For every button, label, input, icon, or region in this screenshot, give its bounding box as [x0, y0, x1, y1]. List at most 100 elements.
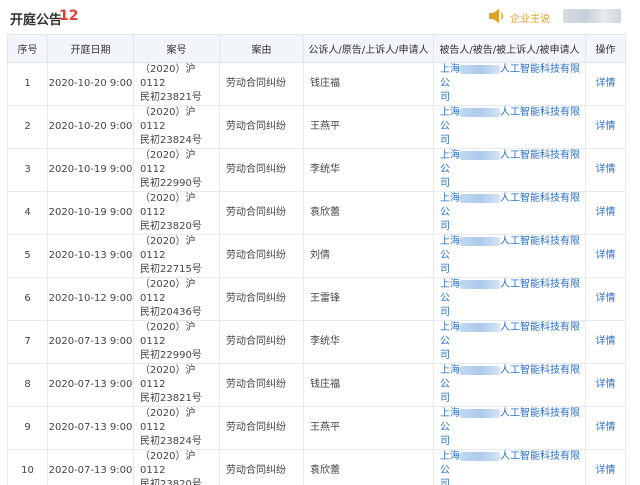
defendant-link[interactable]: 上海 人工智能科技有限公司	[433, 363, 586, 407]
details-link[interactable]: 详情	[585, 277, 626, 321]
case-number: （2020）沪0112 民初20436号	[133, 277, 220, 321]
table-row: 10 2020-07-13 9:00 （2020）沪0112 民初23820号 劳动合同…	[7, 449, 626, 485]
speaker-icon	[489, 9, 504, 23]
details-link[interactable]: 详情	[585, 320, 626, 364]
defendant-link[interactable]: 上海 人工智能科技有限公司	[433, 148, 586, 192]
case-number-line2: 民初23824号	[140, 436, 202, 447]
details-link[interactable]: 详情	[585, 234, 626, 278]
row-number: 3	[7, 148, 48, 192]
table-row: 2 2020-10-20 9:00 （2020）沪0112 民初23824号 劳动合同纠…	[7, 105, 626, 149]
defendant-link[interactable]: 上海 人工智能科技有限公司	[433, 277, 586, 321]
plaintiff: 袁欣蕾	[303, 191, 434, 235]
hearing-date: 2020-07-13 9:00	[47, 406, 134, 450]
defendant-prefix: 上海	[440, 408, 460, 419]
case-number-line1: （2020）沪0112	[140, 193, 196, 218]
details-link[interactable]: 详情	[585, 449, 626, 485]
defendant-prefix: 上海	[440, 322, 460, 333]
announcement-count: 12	[59, 8, 79, 24]
redacted-name	[460, 236, 500, 246]
column-header: 开庭日期	[47, 34, 134, 63]
table-row: 5 2020-10-13 9:00 （2020）沪0112 民初22715号 劳动合同纠…	[7, 234, 626, 278]
plaintiff: 王雷锋	[303, 277, 434, 321]
case-cause: 劳动合同纠纷	[219, 320, 304, 364]
case-number: （2020）沪0112 民初22990号	[133, 148, 220, 192]
column-header: 公诉人/原告/上诉人/申请人	[303, 34, 434, 63]
defendant-suffix: 司	[440, 264, 450, 275]
case-cause: 劳动合同纠纷	[219, 277, 304, 321]
defendant-prefix: 上海	[440, 279, 460, 290]
row-number: 7	[7, 320, 48, 364]
table-header-row: 序号 开庭日期 案号 案由 公诉人/原告/上诉人/申请人 被告人/被告/被上诉人…	[7, 34, 626, 63]
defendant-link[interactable]: 上海 人工智能科技有限公司	[433, 62, 586, 106]
case-number-line1: （2020）沪0112	[140, 236, 196, 261]
plaintiff: 刘倩	[303, 234, 434, 278]
defendant-prefix: 上海	[440, 365, 460, 376]
case-cause: 劳动合同纠纷	[219, 105, 304, 149]
defendant-link[interactable]: 上海 人工智能科技有限公司	[433, 406, 586, 450]
column-header: 序号	[7, 34, 48, 63]
case-cause: 劳动合同纠纷	[219, 406, 304, 450]
case-number-line1: （2020）沪0112	[140, 150, 196, 175]
case-number-line1: （2020）沪0112	[140, 279, 196, 304]
defendant-suffix: 司	[440, 135, 450, 146]
redacted-name	[460, 451, 500, 461]
case-number-line2: 民初22715号	[140, 264, 202, 275]
details-link[interactable]: 详情	[585, 148, 626, 192]
table-row: 7 2020-07-13 9:00 （2020）沪0112 民初22990号 劳动合同纠…	[7, 320, 626, 364]
row-number: 10	[7, 449, 48, 485]
defendant-suffix: 司	[440, 393, 450, 404]
case-number: （2020）沪0112 民初22715号	[133, 234, 220, 278]
table-row: 8 2020-07-13 9:00 （2020）沪0112 民初23821号 劳动合同纠…	[7, 363, 626, 407]
plaintiff: 李统华	[303, 320, 434, 364]
defendant-link[interactable]: 上海 人工智能科技有限公司	[433, 449, 586, 485]
defendant-prefix: 上海	[440, 193, 460, 204]
plaintiff: 钱庄福	[303, 363, 434, 407]
case-number-line1: （2020）沪0112	[140, 322, 196, 347]
details-link[interactable]: 详情	[585, 191, 626, 235]
column-header: 操作	[585, 34, 626, 63]
row-number: 2	[7, 105, 48, 149]
redacted-user	[563, 9, 621, 23]
details-link[interactable]: 详情	[585, 363, 626, 407]
table-row: 9 2020-07-13 9:00 （2020）沪0112 民初23824号 劳动合同纠…	[7, 406, 626, 450]
details-link[interactable]: 详情	[585, 105, 626, 149]
hearing-date: 2020-10-13 9:00	[47, 234, 134, 278]
case-cause: 劳动合同纠纷	[219, 191, 304, 235]
defendant-suffix: 司	[440, 92, 450, 103]
defendant-suffix: 司	[440, 307, 450, 318]
details-link[interactable]: 详情	[585, 62, 626, 106]
defendant-link[interactable]: 上海 人工智能科技有限公司	[433, 320, 586, 364]
table-row: 3 2020-10-19 9:00 （2020）沪0112 民初22990号 劳动合同纠…	[7, 148, 626, 192]
table-row: 6 2020-10-12 9:00 （2020）沪0112 民初20436号 劳动合同纠…	[7, 277, 626, 321]
case-number: （2020）沪0112 民初23824号	[133, 406, 220, 450]
redacted-name	[460, 193, 500, 203]
case-number-line2: 民初23821号	[140, 92, 202, 103]
case-number: （2020）沪0112 民初22990号	[133, 320, 220, 364]
defendant-suffix: 司	[440, 350, 450, 361]
case-cause: 劳动合同纠纷	[219, 234, 304, 278]
column-header: 被告人/被告/被上诉人/被申请人	[433, 34, 586, 63]
case-number-line2: 民初22990号	[140, 350, 202, 361]
hearing-date: 2020-07-13 9:00	[47, 320, 134, 364]
plaintiff: 李统华	[303, 148, 434, 192]
defendant-prefix: 上海	[440, 150, 460, 161]
plaintiff: 王燕平	[303, 105, 434, 149]
details-link[interactable]: 详情	[585, 406, 626, 450]
defendant-link[interactable]: 上海 人工智能科技有限公司	[433, 234, 586, 278]
case-number-line1: （2020）沪0112	[140, 408, 196, 433]
case-number-line1: （2020）沪0112	[140, 64, 196, 89]
hearing-date: 2020-10-19 9:00	[47, 148, 134, 192]
plaintiff: 钱庄福	[303, 62, 434, 106]
row-number: 4	[7, 191, 48, 235]
case-number-line2: 民初23821号	[140, 393, 202, 404]
plaintiff: 袁欣蕾	[303, 449, 434, 485]
case-number-line2: 民初23820号	[140, 479, 202, 485]
defendant-link[interactable]: 上海 人工智能科技有限公司	[433, 105, 586, 149]
notice-link[interactable]: 企业主说	[510, 10, 550, 25]
case-number: （2020）沪0112 民初23820号	[133, 449, 220, 485]
case-number: （2020）沪0112 民初23821号	[133, 62, 220, 106]
column-header: 案由	[219, 34, 304, 63]
case-number-line1: （2020）沪0112	[140, 107, 196, 132]
defendant-suffix: 司	[440, 479, 450, 485]
defendant-link[interactable]: 上海 人工智能科技有限公司	[433, 191, 586, 235]
